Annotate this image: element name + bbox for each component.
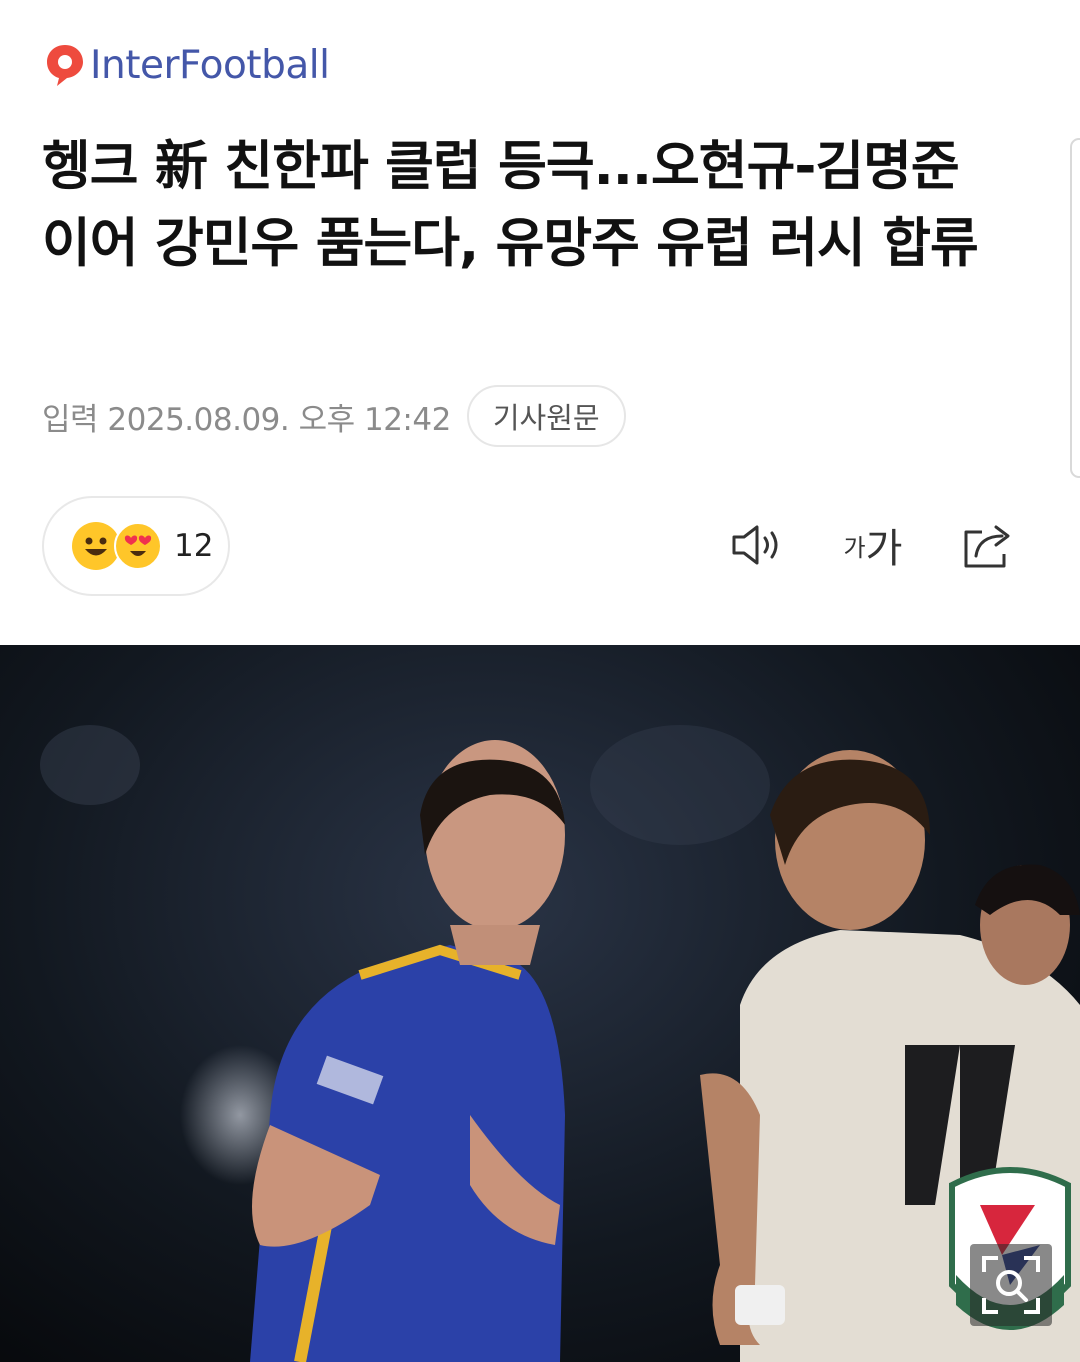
original-article-button[interactable]: 기사원문 [466,385,626,447]
smile-emoji-icon [72,522,120,570]
listen-button[interactable] [728,515,788,575]
heart-eyes-emoji-icon [114,522,162,570]
publish-date: 입력 2025.08.09. 오후 12:42 [42,401,451,438]
font-large-label: 가 [865,526,903,572]
article-headline: 헹크 新 친한파 클럽 등극...오현규-김명준 이어 강민우 품는다, 유망주… [42,136,979,274]
site-logo[interactable]: InterFootball [42,40,330,90]
font-small-label: 가 [843,533,866,562]
article-meta: 입력 2025.08.09. 오후 12:42 기사원문 [42,384,626,448]
logo-mark-icon [42,42,88,88]
football-players-image [40,725,1080,1362]
article-photo[interactable] [0,645,1080,1362]
share-icon [964,525,1010,568]
share-button[interactable] [958,515,1018,575]
reaction-button[interactable]: 12 [42,496,230,596]
image-zoom-button[interactable] [970,1244,1052,1326]
scroll-indicator[interactable] [1070,138,1080,478]
font-size-button[interactable]: 가가 [838,515,908,575]
reaction-count: 12 [174,528,214,564]
logo-text: InterFootball [90,42,330,88]
speaker-icon [732,525,778,565]
zoom-icon [982,1256,1040,1314]
